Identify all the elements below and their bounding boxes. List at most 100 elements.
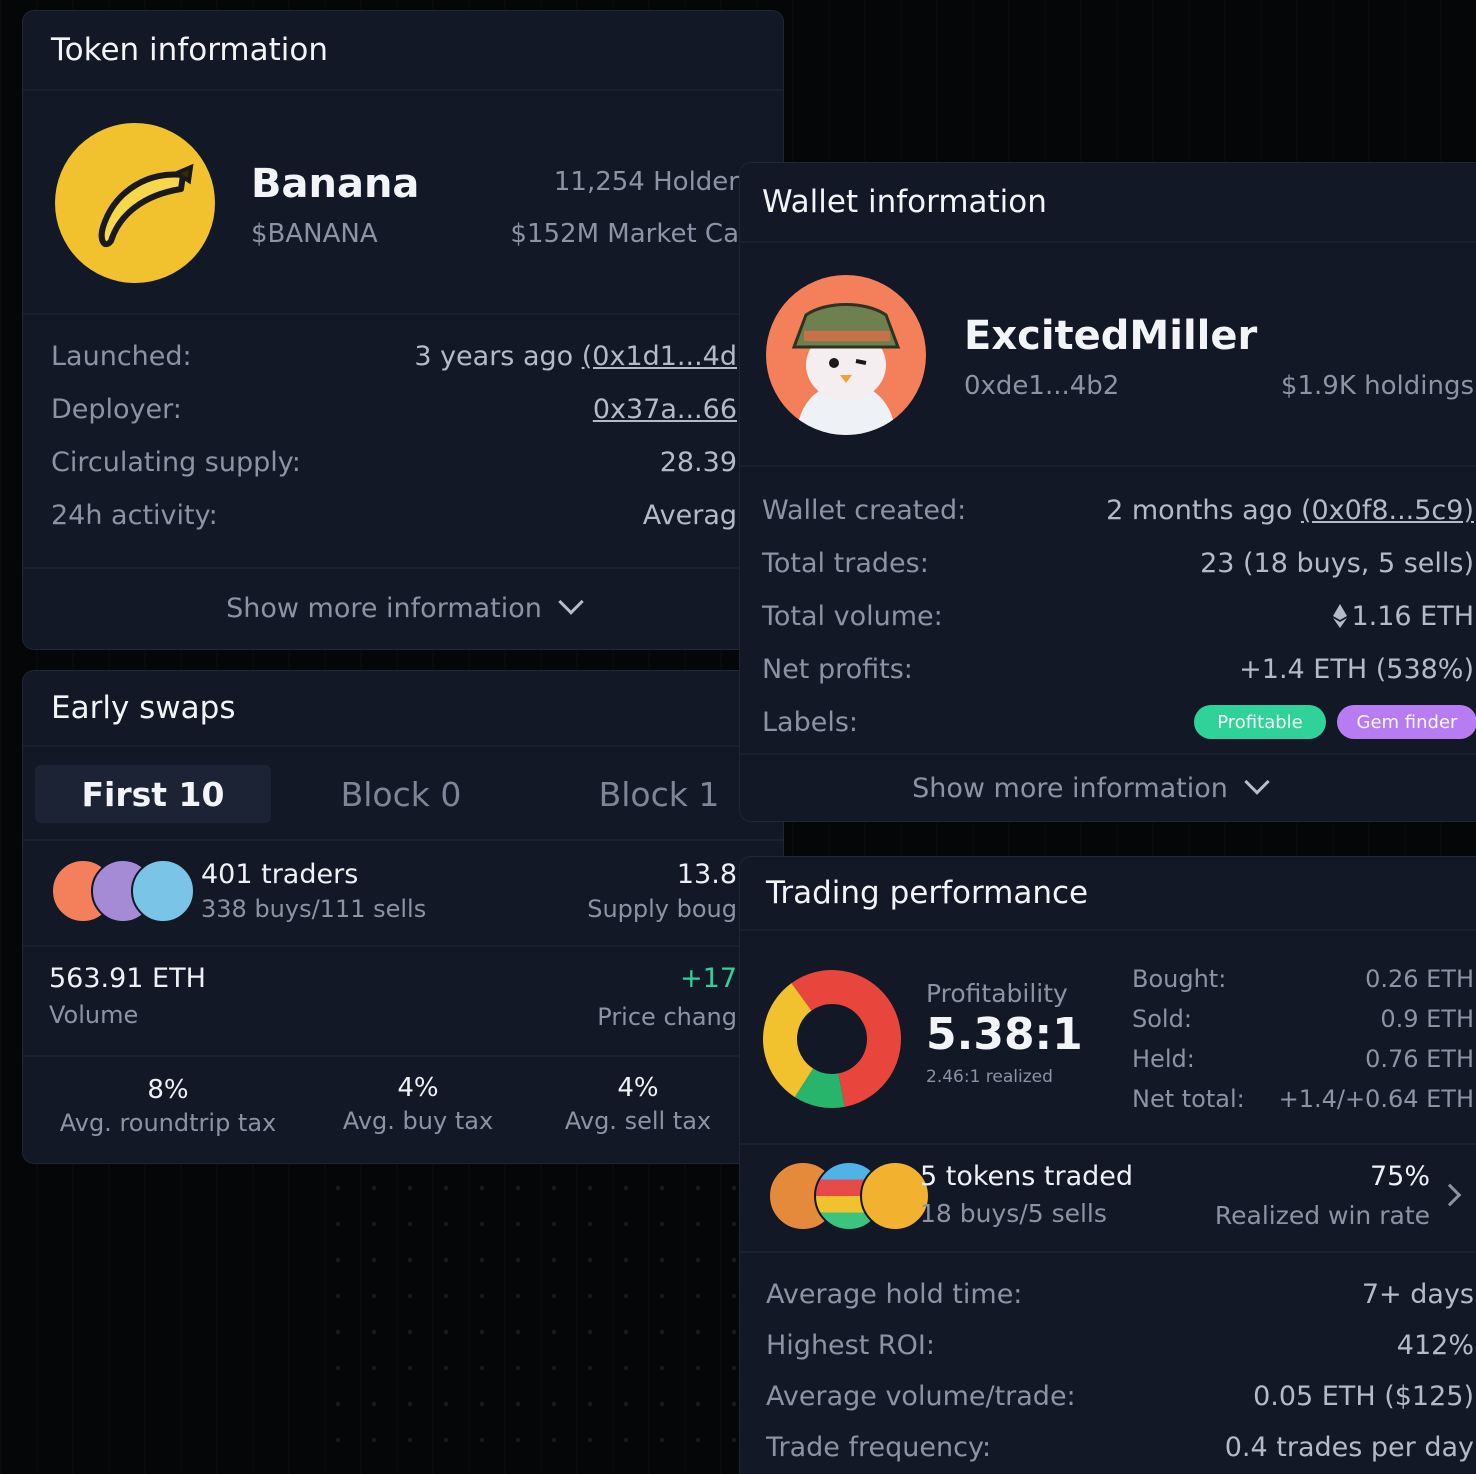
divider: [23, 313, 783, 315]
row-label: Highest ROI:: [766, 1330, 935, 1361]
trader-avatars: [51, 859, 201, 925]
token-name: Banana: [251, 161, 420, 207]
tax-sell: 4% Avg. sell tax: [533, 1073, 743, 1135]
chevron-right-icon[interactable]: [1438, 1183, 1462, 1207]
wallet-avatar: [766, 275, 926, 435]
tax-value: 4%: [397, 1073, 439, 1103]
profitability-realized: 2.46:1 realized: [926, 1067, 1053, 1087]
row-value: 412%: [1396, 1330, 1474, 1361]
divider: [740, 465, 1476, 467]
stat-value: 0.26 ETH: [1365, 965, 1474, 993]
traders-count: 401 traders: [201, 859, 359, 890]
donut-segments: [763, 970, 901, 1108]
background-dots: [320, 1170, 740, 1470]
wallet-holdings: $1.9K holdings: [1280, 371, 1474, 401]
volume-value: 563.91 ETH: [49, 963, 206, 994]
stat-value: +1.4/+0.64 ETH: [1278, 1085, 1474, 1113]
stat-value: 0.76 ETH: [1365, 1045, 1474, 1073]
divider: [740, 753, 1476, 755]
wallet-address[interactable]: 0xde1...4b2: [964, 371, 1119, 401]
wallet-show-more-button[interactable]: Show more information: [740, 769, 1476, 804]
row-label: Average volume/trade:: [766, 1381, 1076, 1412]
tax-label: Avg. buy tax: [342, 1107, 494, 1135]
row-value: 1.16 ETH: [1333, 601, 1474, 632]
price-change-label: Price chang: [597, 1003, 737, 1031]
badge-label: Gem finder: [1356, 711, 1458, 733]
token-symbol: $BANANA: [251, 219, 378, 249]
row-value: 7+ days: [1361, 1279, 1474, 1310]
trader-avatar: [131, 859, 195, 923]
divider: [740, 1251, 1476, 1253]
wallet-information-card: Wallet information ExcitedMiller 0xde1..…: [739, 162, 1476, 822]
supply-bought-label: Supply boug: [587, 895, 737, 923]
stat-label: Bought:: [1132, 965, 1227, 993]
tab-block-0[interactable]: Block 0: [283, 765, 519, 823]
chevron-down-icon: [558, 589, 584, 615]
divider: [23, 945, 783, 947]
row-label: Total volume:: [762, 601, 943, 632]
stat-label: Held:: [1132, 1045, 1195, 1073]
row-label: 24h activity:: [51, 500, 218, 531]
penguin-avatar-icon: [791, 303, 901, 435]
early-swaps-card: Early swaps First 10 Block 0 Block 1 401…: [22, 670, 784, 1164]
row-label: Labels:: [762, 707, 859, 738]
launch-tx-link[interactable]: (0x1d1...4d: [582, 341, 737, 372]
row-label: Average hold time:: [766, 1279, 1023, 1310]
show-more-label: Show more information: [226, 593, 542, 624]
swaps-card-header: Early swaps: [23, 671, 783, 747]
wallet-card-header: Wallet information: [740, 163, 1476, 243]
row-label: Deployer:: [51, 394, 182, 425]
tax-label: Avg. roundtrip tax: [59, 1109, 277, 1137]
row-value: 28.39: [659, 447, 737, 478]
row-label: Wallet created:: [762, 495, 967, 526]
row-label: Net profits:: [762, 654, 913, 685]
price-change-value: +17: [680, 963, 737, 994]
badge-profitable: Profitable: [1194, 705, 1326, 739]
banana-icon: [98, 163, 194, 248]
token-market-cap: $152M Market Ca: [510, 219, 739, 249]
stat-label: Net total:: [1132, 1085, 1245, 1113]
token-card-header: Token information: [23, 11, 783, 91]
show-more-label: Show more information: [912, 773, 1228, 804]
token-information-card: Token information Banana $BANANA 11,254 …: [22, 10, 784, 650]
row-value: 23 (18 buys, 5 sells): [1200, 548, 1474, 579]
profitability-donut-chart: [763, 970, 901, 1108]
wallet-name: ExcitedMiller: [964, 313, 1258, 359]
trading-performance-card: Trading performance Profitability 5.38:1…: [739, 856, 1476, 1474]
token-avatars: [768, 1161, 930, 1233]
value-text: 2 months ago: [1106, 495, 1301, 526]
tax-label: Avg. sell tax: [564, 1107, 712, 1135]
tax-value: 4%: [617, 1073, 659, 1103]
win-rate-value: 75%: [1369, 1161, 1430, 1192]
row-value: Averag: [642, 500, 737, 531]
row-value: +1.4 ETH (538%): [1239, 654, 1474, 685]
row-value: 3 years ago (0x1d1...4d: [414, 341, 737, 372]
tokens-traded-sub: 18 buys/5 sells: [920, 1199, 1107, 1228]
profitability-ratio: 5.38:1: [926, 1009, 1083, 1060]
tab-label: First 10: [81, 774, 225, 814]
row-value: 0.05 ETH ($125): [1253, 1381, 1474, 1412]
divider: [740, 1143, 1476, 1145]
badge-gem-finder: Gem finder: [1337, 705, 1476, 739]
traders-buys-sells: 338 buys/111 sells: [201, 895, 427, 923]
win-rate-label: Realized win rate: [1214, 1201, 1430, 1230]
badge-label: Profitable: [1217, 711, 1303, 733]
tax-buy: 4% Avg. buy tax: [313, 1073, 523, 1135]
divider: [23, 1055, 783, 1057]
volume-label: Volume: [49, 1001, 139, 1029]
value-text: 3 years ago: [414, 341, 582, 372]
banana-token-avatar: [55, 123, 215, 283]
tokens-traded-count: 5 tokens traded: [920, 1161, 1134, 1192]
wallet-created-tx-link[interactable]: (0x0f8...5c9): [1301, 495, 1474, 526]
row-label: Circulating supply:: [51, 447, 301, 478]
tab-first-10[interactable]: First 10: [35, 765, 271, 823]
tab-label: Block 0: [340, 774, 462, 814]
tab-label: Block 1: [598, 774, 720, 814]
row-value: 0.4 trades per day: [1224, 1432, 1474, 1463]
deployer-link[interactable]: 0x37a...66: [593, 394, 737, 425]
chevron-down-icon: [1244, 769, 1270, 795]
token-show-more-button[interactable]: Show more information: [23, 589, 783, 624]
stat-label: Sold:: [1132, 1005, 1192, 1033]
row-label: Trade frequency:: [766, 1432, 992, 1463]
tax-roundtrip: 8% Avg. roundtrip tax: [33, 1075, 303, 1137]
